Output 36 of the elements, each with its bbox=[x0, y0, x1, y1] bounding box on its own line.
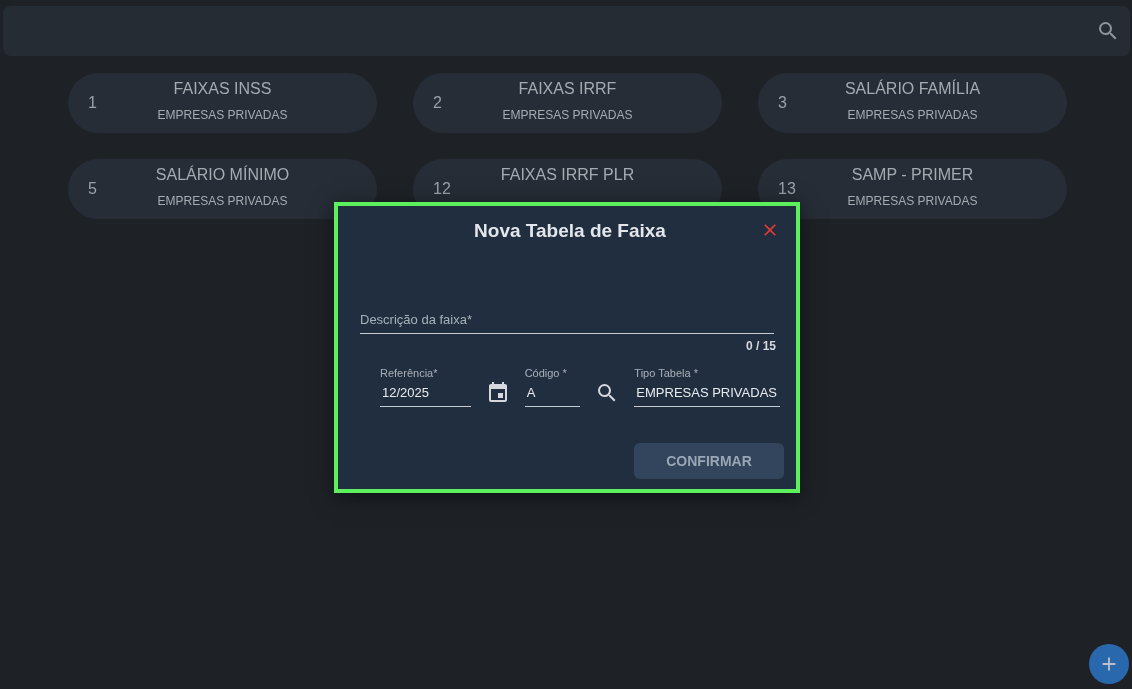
card-number: 12 bbox=[432, 180, 452, 198]
card-number: 1 bbox=[87, 94, 98, 112]
description-field[interactable]: Descrição da faixa* bbox=[360, 310, 774, 334]
field-label: Descrição da faixa* bbox=[360, 312, 472, 327]
input-field[interactable]: Tipo Tabela * EMPRESAS PRIVADAS bbox=[634, 367, 780, 407]
card-title: FAIXAS INSS bbox=[173, 80, 272, 98]
table-card[interactable]: 1 FAIXAS INSS EMPRESAS PRIVADAS bbox=[68, 73, 377, 133]
card-title: SAMP - PRIMER bbox=[851, 166, 974, 184]
card-title: FAIXAS IRRF PLR bbox=[500, 166, 635, 184]
card-subtitle: EMPRESAS PRIVADAS bbox=[847, 194, 978, 208]
input-field[interactable]: Código * A bbox=[524, 367, 581, 407]
character-counter: 0 / 15 bbox=[745, 339, 776, 353]
table-card[interactable]: 2 FAIXAS IRRF EMPRESAS PRIVADAS bbox=[413, 73, 722, 133]
card-number: 5 bbox=[87, 180, 98, 198]
add-button[interactable] bbox=[1089, 644, 1129, 684]
field-label: Tipo Tabela * bbox=[634, 367, 699, 379]
card-title: SALÁRIO MÍNIMO bbox=[155, 166, 290, 184]
card-subtitle: EMPRESAS PRIVADAS bbox=[847, 108, 978, 122]
card-subtitle: EMPRESAS PRIVADAS bbox=[157, 108, 288, 122]
input-field[interactable]: Referência* 12/2025 bbox=[380, 367, 471, 407]
field-label: Código * bbox=[524, 367, 568, 379]
dialog-title: Nova Tabela de Faixa bbox=[474, 220, 666, 243]
card-subtitle: EMPRESAS PRIVADAS bbox=[502, 108, 633, 122]
table-card[interactable]: 3 SALÁRIO FAMÍLIA EMPRESAS PRIVADAS bbox=[758, 73, 1067, 133]
card-title: FAIXAS IRRF bbox=[518, 80, 617, 98]
table-card[interactable]: 5 SALÁRIO MÍNIMO EMPRESAS PRIVADAS bbox=[68, 159, 377, 219]
field-value: 12/2025 bbox=[381, 385, 430, 400]
table-card[interactable]: 13 SAMP - PRIMER EMPRESAS PRIVADAS bbox=[758, 159, 1067, 219]
card-number: 13 bbox=[777, 180, 797, 198]
field-value: A bbox=[525, 385, 537, 400]
field-value: EMPRESAS PRIVADAS bbox=[635, 385, 778, 400]
card-number: 2 bbox=[432, 94, 443, 112]
card-subtitle: EMPRESAS PRIVADAS bbox=[157, 194, 288, 208]
field-label: Referência* bbox=[380, 367, 439, 379]
card-number: 3 bbox=[777, 94, 788, 112]
card-title: SALÁRIO FAMÍLIA bbox=[844, 80, 981, 98]
